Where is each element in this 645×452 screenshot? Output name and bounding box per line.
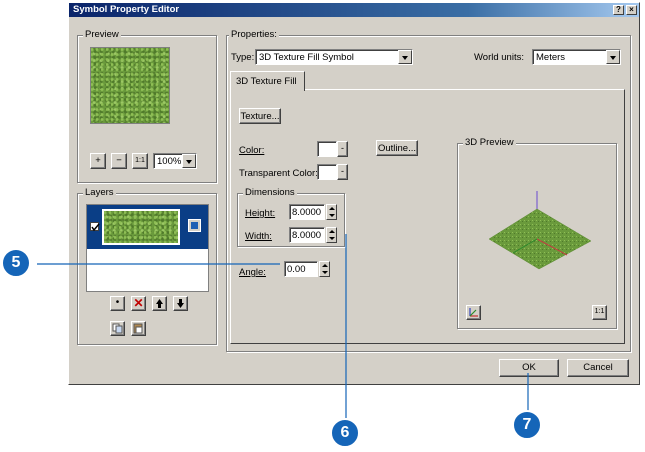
- callout-6: 6: [330, 418, 360, 448]
- tab-label: 3D Texture Fill: [236, 76, 297, 87]
- callout-7: 7: [512, 410, 542, 440]
- callout-5: 5: [1, 248, 31, 278]
- tab-3d-texture-fill[interactable]: 3D Texture Fill: [230, 71, 305, 91]
- callout-lines: [37, 234, 529, 418]
